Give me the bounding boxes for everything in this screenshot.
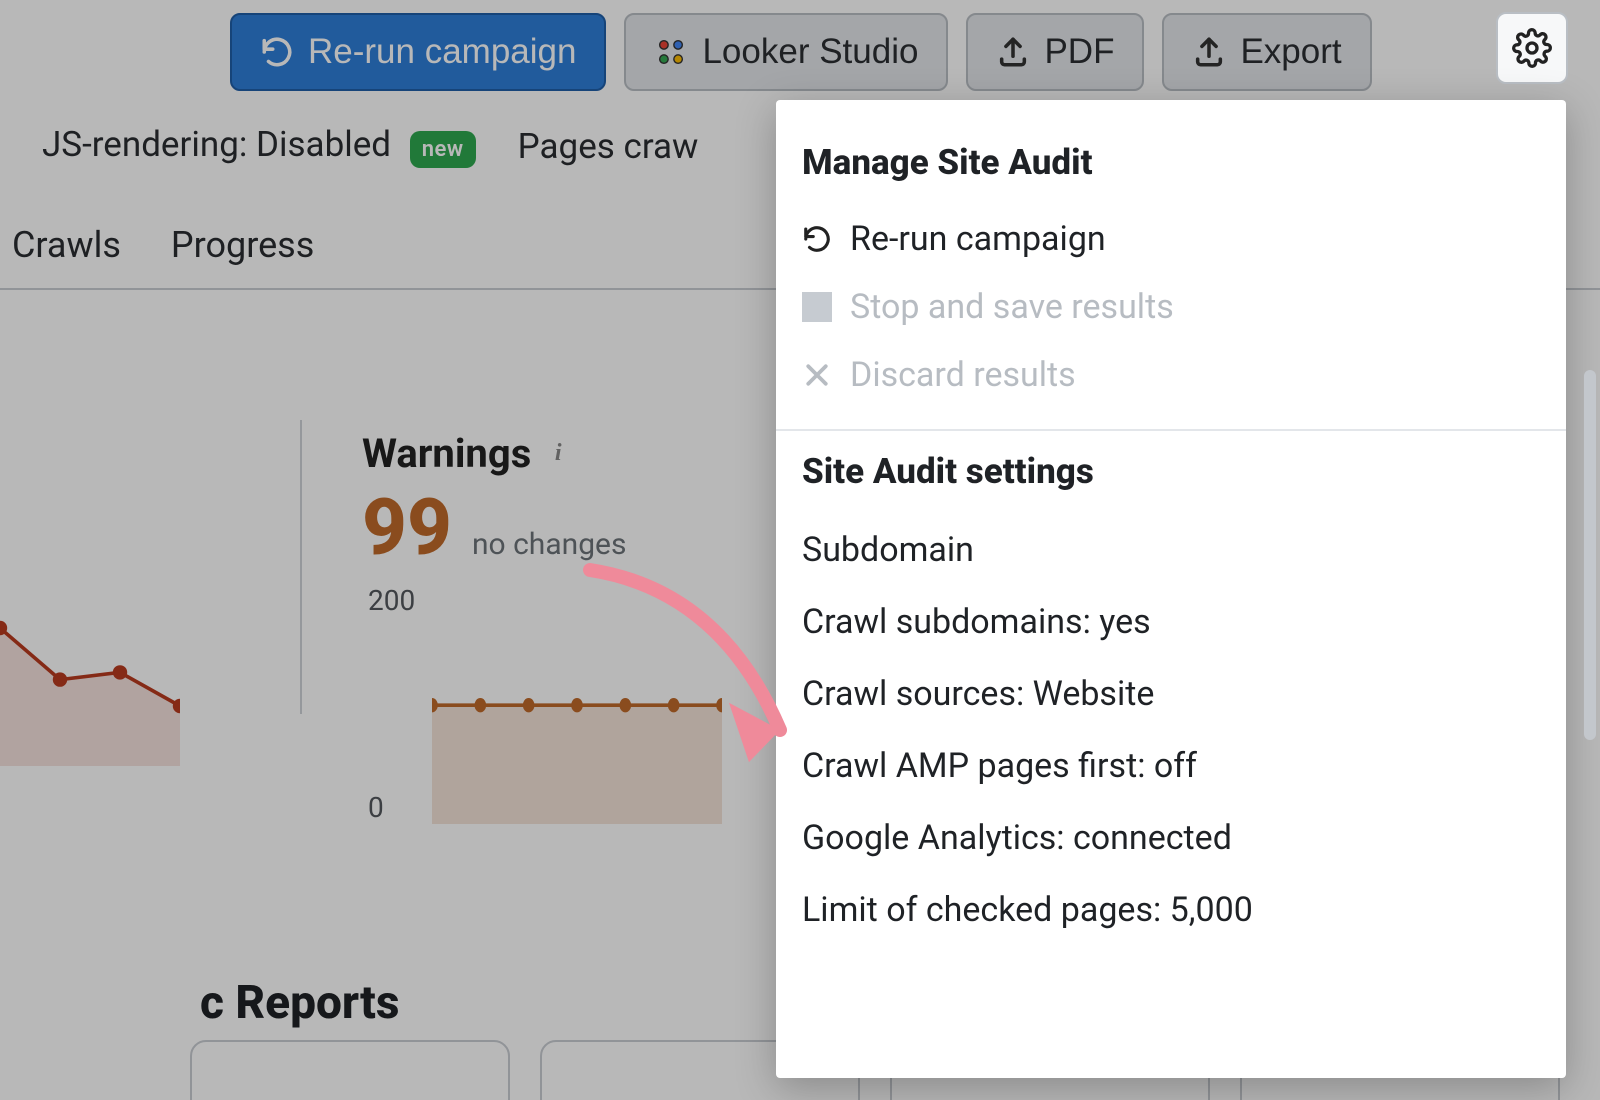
new-badge: new [410,131,476,168]
y-tick-top: 200 [368,584,415,617]
settings-gear-button[interactable] [1496,12,1568,84]
pdf-button[interactable]: PDF [966,13,1144,91]
looker-studio-label: Looker Studio [702,32,918,72]
stop-icon [802,292,832,322]
export-label: Export [1240,32,1341,72]
info-icon[interactable]: i [545,441,571,467]
warnings-title: Warnings [362,430,531,477]
upload-icon [996,35,1030,69]
panel-discard: Discard results [802,341,1540,409]
gear-icon [1512,28,1552,68]
tab-progress[interactable]: Progress [167,218,318,292]
refresh-icon [260,35,294,69]
warnings-chart: 200 0 [362,584,722,824]
reports-heading: c Reports [200,976,399,1030]
panel-stop-save: Stop and save results [802,273,1540,341]
pages-crawled-label: Pages craw [518,126,699,167]
panel-rerun-campaign[interactable]: Re-run campaign [802,205,1540,273]
pdf-label: PDF [1044,32,1114,72]
setting-crawl-amp[interactable]: Crawl AMP pages first: off [802,730,1540,802]
manage-site-audit-heading: Manage Site Audit [802,142,1540,183]
setting-subdomain[interactable]: Subdomain [802,514,1540,586]
refresh-icon [802,224,832,254]
looker-studio-icon [654,35,688,69]
warnings-value: 99 [362,483,452,574]
rerun-campaign-label: Re-run campaign [308,32,576,72]
settings-panel: Manage Site Audit Re-run campaign Stop a… [776,100,1566,1078]
close-icon [802,360,832,390]
setting-crawl-subdomains[interactable]: Crawl subdomains: yes [802,586,1540,658]
setting-crawl-sources[interactable]: Crawl sources: Website [802,658,1540,730]
setting-google-analytics[interactable]: Google Analytics: connected [802,802,1540,874]
upload-icon [1192,35,1226,69]
site-audit-settings-heading: Site Audit settings [802,451,1540,492]
y-tick-bot: 0 [368,791,415,824]
rerun-campaign-button[interactable]: Re-run campaign [230,13,606,91]
export-button[interactable]: Export [1162,13,1371,91]
setting-limit-pages[interactable]: Limit of checked pages: 5,000 [802,874,1540,946]
js-rendering-status: JS-rendering: Disabled [42,124,391,165]
errors-card [0,400,260,776]
panel-scrollbar[interactable] [1584,370,1596,740]
warnings-note: no changes [472,527,626,562]
errors-chart [0,526,180,766]
tab-crawls[interactable]: Crawls [8,218,125,292]
looker-studio-button[interactable]: Looker Studio [624,13,948,91]
report-card[interactable] [190,1040,510,1100]
